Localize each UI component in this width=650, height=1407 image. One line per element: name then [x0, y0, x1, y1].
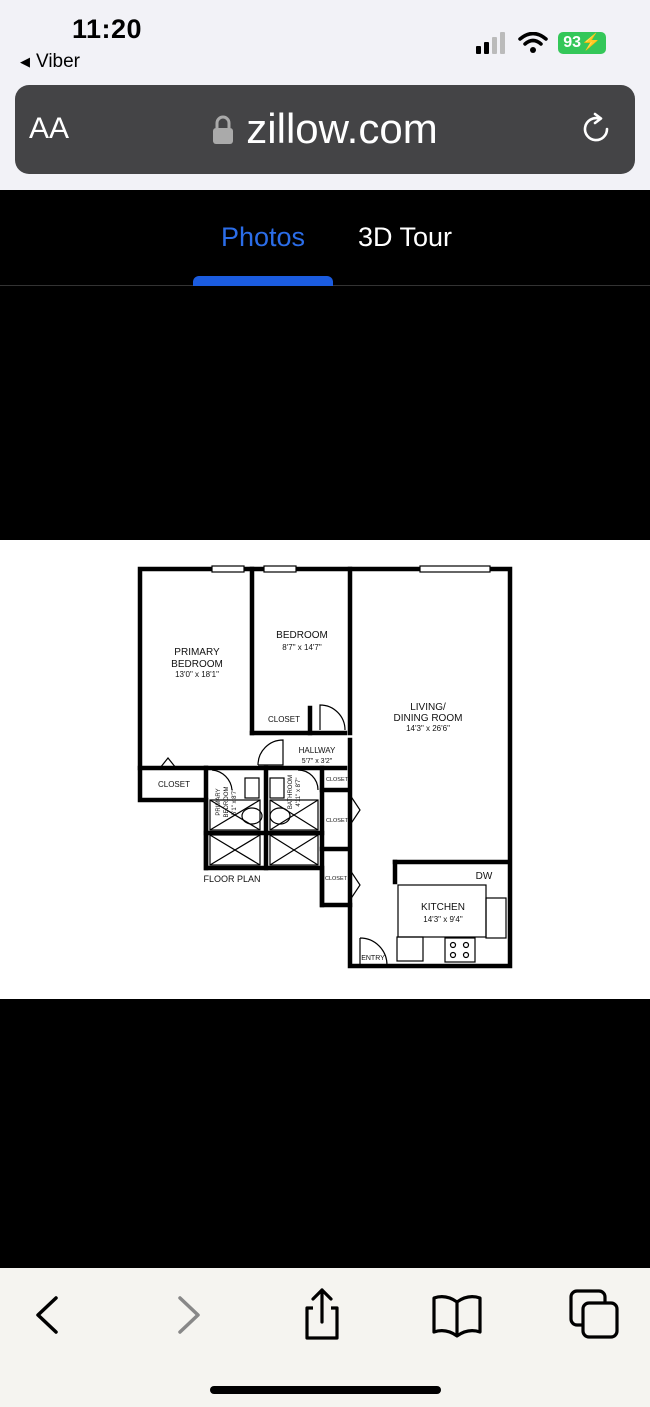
battery-indicator: 93⚡	[558, 32, 606, 54]
label-primary-bath-size: 5'1" x 8'7"	[232, 789, 238, 815]
browser-header: 11:20 ◀ Viber 93⚡ AA zillow.com	[0, 0, 650, 190]
tabs-icon[interactable]	[568, 1288, 622, 1342]
label-closet-mid: CLOSET	[326, 818, 349, 824]
selected-tab-indicator	[193, 276, 333, 286]
tab-3d-tour[interactable]: 3D Tour	[358, 222, 452, 253]
label-entry: ENTRY	[361, 955, 385, 962]
label-primary-bedroom-1: PRIMARY	[174, 647, 220, 658]
back-triangle-icon: ◀	[20, 54, 30, 69]
charging-bolt-icon: ⚡	[581, 34, 601, 51]
bookmarks-icon[interactable]	[430, 1288, 484, 1342]
lock-icon	[213, 115, 234, 144]
reload-icon[interactable]	[579, 112, 613, 146]
label-floor-plan: FLOOR PLAN	[203, 874, 260, 884]
label-bathroom: BATHROOM	[288, 775, 294, 809]
label-primary-bedroom-size: 13'0" x 18'1"	[175, 670, 219, 679]
status-icons: 93⚡	[476, 30, 606, 56]
cellular-signal-icon	[476, 32, 506, 54]
battery-level: 93	[563, 34, 582, 51]
label-closet-bedroom: CLOSET	[268, 715, 300, 724]
label-dw: DW	[476, 871, 493, 882]
label-living-2: DINING ROOM	[394, 713, 463, 724]
back-app-label: Viber	[36, 51, 81, 72]
label-closet-lower: CLOSET	[325, 876, 348, 882]
forward-icon[interactable]	[160, 1288, 214, 1342]
label-kitchen-size: 14'3" x 9'4"	[423, 915, 463, 924]
url-display[interactable]: zillow.com	[15, 105, 635, 153]
home-indicator[interactable]	[210, 1386, 441, 1394]
floor-plan-image[interactable]: PRIMARY BEDROOM 13'0" x 18'1" BEDROOM 8'…	[0, 540, 650, 999]
label-hallway: HALLWAY	[299, 746, 336, 755]
label-primary-bedroom-2: BEDROOM	[171, 659, 223, 670]
back-to-app-link[interactable]: ◀ Viber	[20, 51, 80, 73]
label-primary-bath-1: PRIMARY	[216, 788, 222, 815]
back-icon[interactable]	[22, 1288, 76, 1342]
url-domain: zillow.com	[246, 105, 438, 152]
label-living-size: 14'3" x 26'6"	[406, 724, 450, 733]
media-tabs: Photos 3D Tour	[0, 190, 650, 286]
status-time: 11:20	[72, 14, 143, 44]
address-bar[interactable]: AA zillow.com	[15, 85, 635, 174]
label-closet-primary: CLOSET	[158, 780, 190, 789]
browser-toolbar	[0, 1268, 650, 1407]
label-bedroom-size: 8'7" x 14'7"	[282, 643, 322, 652]
floor-plan-drawing: PRIMARY BEDROOM 13'0" x 18'1" BEDROOM 8'…	[137, 565, 513, 969]
wifi-icon	[518, 32, 549, 53]
label-closet-hall: CLOSET	[326, 777, 349, 783]
label-kitchen: KITCHEN	[421, 902, 465, 913]
label-hallway-size: 5'7" x 3'2"	[302, 758, 333, 765]
share-icon[interactable]	[295, 1288, 349, 1342]
label-bathroom-size: 4'11" x 8'7"	[296, 777, 302, 806]
label-bedroom: BEDROOM	[276, 630, 328, 641]
tab-photos[interactable]: Photos	[221, 222, 305, 253]
label-living-1: LIVING/	[410, 702, 446, 713]
label-primary-bath-2: BEDROOM	[224, 786, 230, 817]
